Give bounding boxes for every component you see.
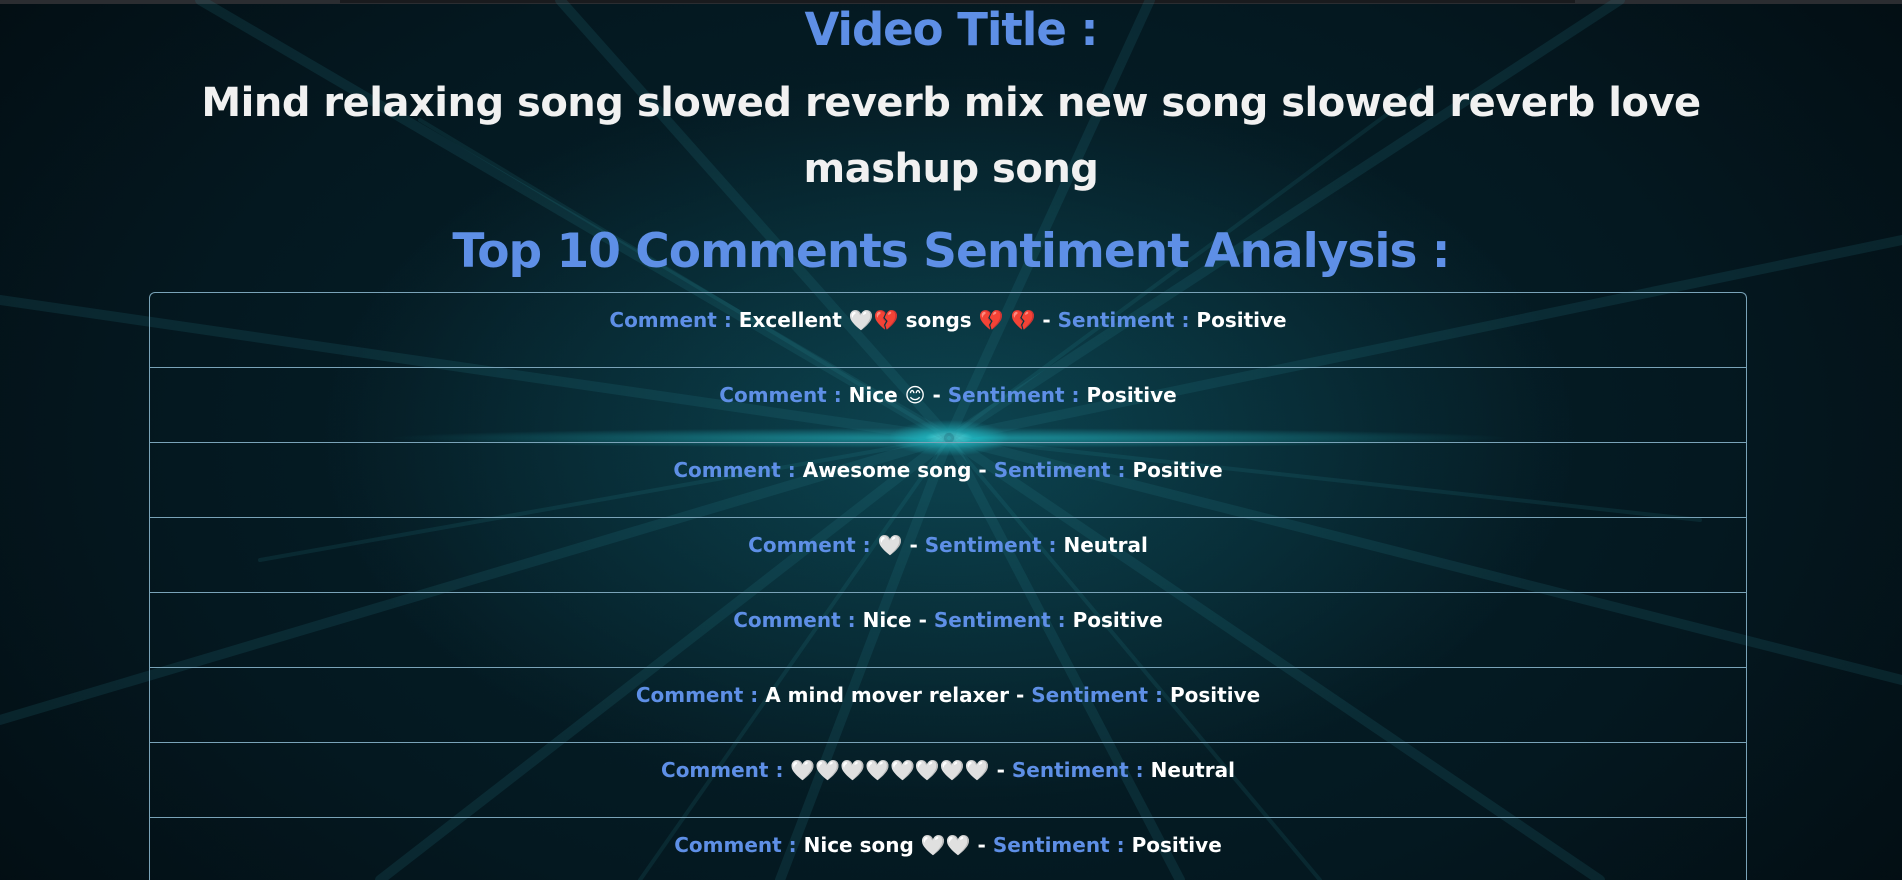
separator: - <box>996 758 1005 782</box>
separator: - <box>932 383 941 407</box>
comment-row: Comment : Nice 😊 - Sentiment : Positive <box>150 368 1746 443</box>
sentiment-label: Sentiment : <box>992 833 1125 857</box>
comment-label: Comment : <box>748 533 871 557</box>
sentiment-label: Sentiment : <box>924 533 1057 557</box>
comment-label: Comment : <box>635 683 759 707</box>
sentiment-label: Sentiment : <box>947 383 1080 407</box>
comment-text: 🤍 <box>877 533 903 557</box>
sentiment-label: Sentiment : <box>933 608 1066 632</box>
sentiment-value: Positive <box>1132 458 1223 482</box>
sentiment-label: Sentiment : <box>993 458 1126 482</box>
sentiment-label: Sentiment : <box>1031 683 1164 707</box>
sentiment-analysis-heading: Top 10 Comments Sentiment Analysis : <box>452 224 1450 279</box>
comment-row: Comment : A mind mover relaxer - Sentime… <box>150 668 1746 743</box>
video-title-heading: Video Title : <box>804 3 1098 56</box>
separator: - <box>1042 308 1051 332</box>
comment-label: Comment : <box>661 758 784 782</box>
comment-label: Comment : <box>674 833 797 857</box>
comment-label: Comment : <box>733 608 856 632</box>
comment-row: Comment : 🤍🤍🤍🤍🤍🤍🤍🤍 - Sentiment : Neutral <box>150 743 1746 818</box>
comment-label: Comment : <box>719 383 842 407</box>
sentiment-value: Positive <box>1196 308 1287 332</box>
sentiment-value: Neutral <box>1063 533 1148 557</box>
comment-text: Nice song 🤍🤍 <box>803 833 971 857</box>
sentiment-value: Positive <box>1072 608 1163 632</box>
separator: - <box>977 833 986 857</box>
video-title: Mind relaxing song slowed reverb mix new… <box>201 80 1701 192</box>
comment-row: Comment : Nice song 🤍🤍 - Sentiment : Pos… <box>150 818 1746 880</box>
comment-text: Excellent 🤍💔 songs 💔 💔 <box>738 308 1036 332</box>
comment-text: Nice <box>862 608 912 632</box>
sentiment-label: Sentiment : <box>1057 308 1190 332</box>
separator: - <box>1015 683 1025 707</box>
separator: - <box>909 533 918 557</box>
comment-label: Comment : <box>609 308 732 332</box>
sentiment-value: Positive <box>1131 833 1222 857</box>
comment-text: Awesome song <box>802 458 972 482</box>
comment-text: Nice 😊 <box>848 383 926 407</box>
comment-text: A mind mover relaxer <box>765 683 1009 707</box>
comment-text: 🤍🤍🤍🤍🤍🤍🤍🤍 <box>790 758 990 782</box>
sentiment-label: Sentiment : <box>1011 758 1144 782</box>
sentiment-value: Neutral <box>1150 758 1235 782</box>
separator: - <box>918 608 927 632</box>
comment-row: Comment : Excellent 🤍💔 songs 💔 💔 - Senti… <box>150 293 1746 368</box>
comment-row: Comment : Nice - Sentiment : Positive <box>150 593 1746 668</box>
sentiment-value: Positive <box>1170 683 1261 707</box>
comment-row: Comment : 🤍 - Sentiment : Neutral <box>150 518 1746 593</box>
comment-row: Comment : Awesome song - Sentiment : Pos… <box>150 443 1746 518</box>
comment-label: Comment : <box>673 458 796 482</box>
separator: - <box>978 458 987 482</box>
comments-table: Comment : Excellent 🤍💔 songs 💔 💔 - Senti… <box>149 292 1747 880</box>
sentiment-value: Positive <box>1086 383 1177 407</box>
